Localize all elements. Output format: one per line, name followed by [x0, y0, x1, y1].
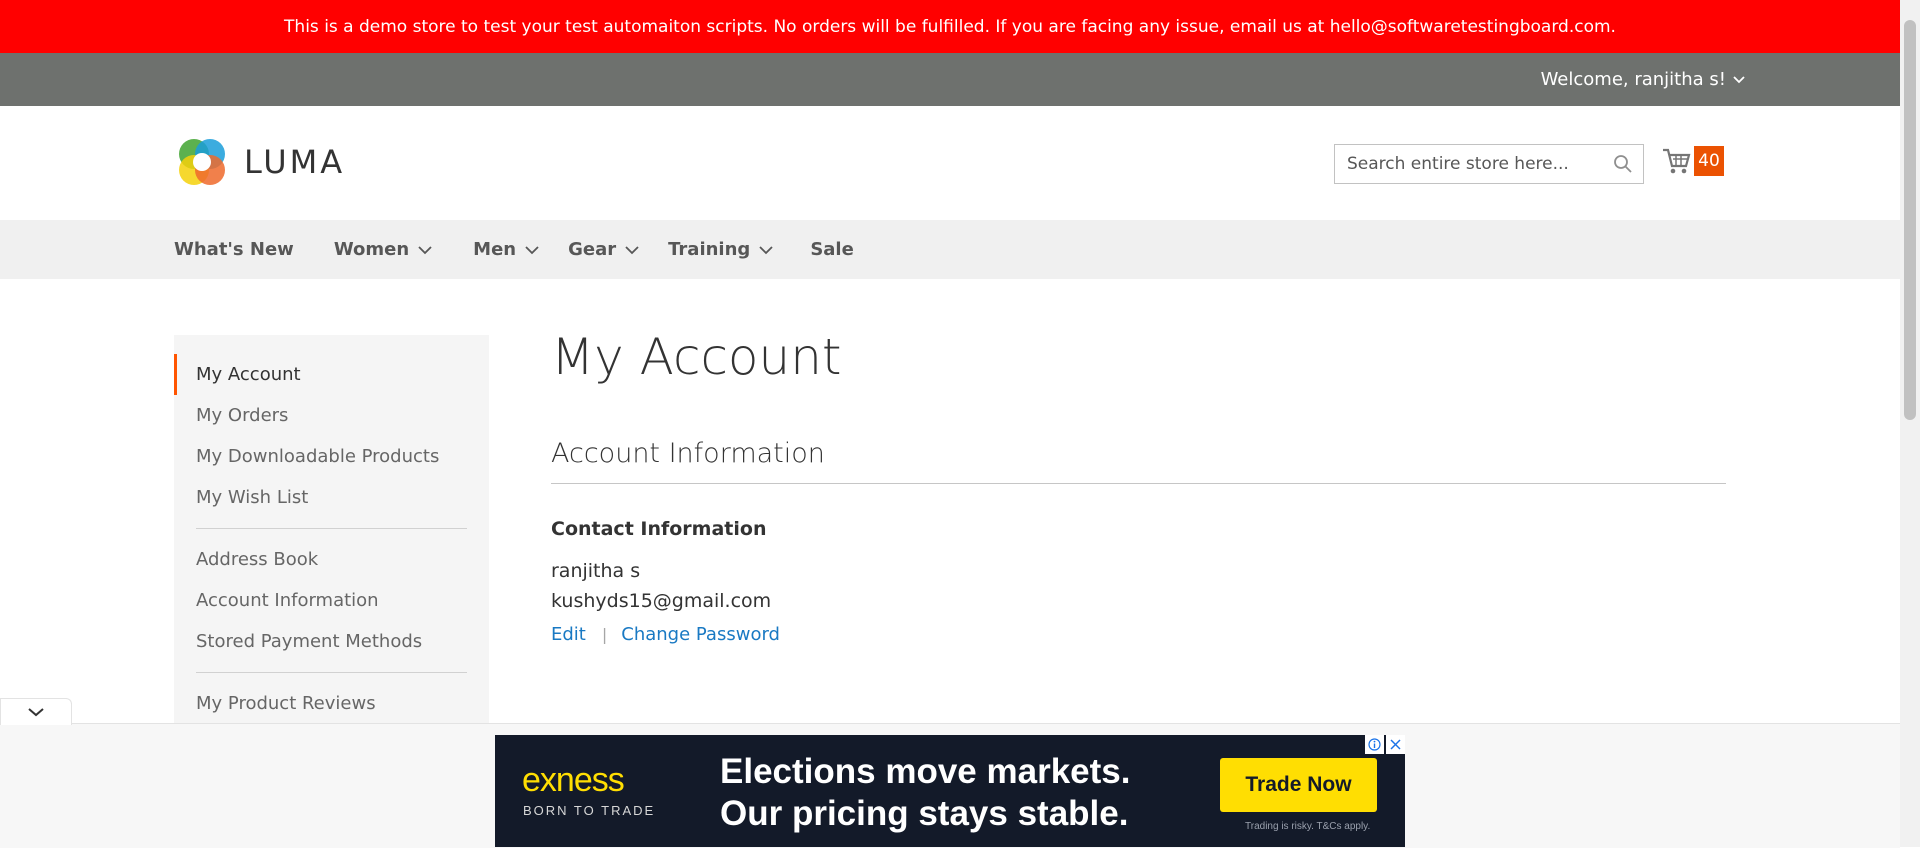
sidebar-item-address-book[interactable]: Address Book	[174, 539, 489, 580]
chevron-down-icon	[625, 245, 639, 254]
main-navigation: What's New Women Men Gear Training Sale	[0, 220, 1900, 279]
nav-item-sale[interactable]: Sale	[810, 239, 854, 260]
nav-item-gear[interactable]: Gear	[568, 239, 640, 260]
banner-text: This is a demo store to test your test a…	[284, 16, 1616, 37]
sidebar-divider	[196, 528, 467, 529]
ad-tagline: BORN TO TRADE	[523, 803, 656, 818]
demo-store-banner: This is a demo store to test your test a…	[0, 0, 1900, 53]
contact-information-box: Contact Information ranjitha s kushyds15…	[551, 518, 1726, 645]
ad-banner[interactable]: exness BORN TO TRADE Elections move mark…	[495, 735, 1405, 847]
nav-item-label: What's New	[174, 239, 294, 260]
sidebar-item-account-information[interactable]: Account Information	[174, 580, 489, 621]
nav-item-training[interactable]: Training	[668, 239, 774, 260]
nav-item-women[interactable]: Women	[334, 239, 433, 260]
nav-item-label: Men	[473, 239, 517, 260]
contact-name: ranjitha s	[551, 560, 641, 582]
ad-controls	[1365, 735, 1405, 754]
nav-item-whats-new[interactable]: What's New	[174, 239, 294, 260]
site-header: LUMA 40	[0, 106, 1900, 220]
ad-headline-line-1: Elections move markets.	[720, 752, 1131, 791]
ad-headline-line-2: Our pricing stays stable.	[720, 794, 1129, 833]
nav-item-label: Training	[668, 239, 751, 260]
nav-item-label: Sale	[810, 239, 854, 260]
sidebar-item-my-account[interactable]: My Account	[174, 354, 489, 395]
top-bar: Welcome, ranjitha s!	[0, 53, 1900, 106]
ad-close-icon[interactable]	[1386, 735, 1405, 754]
contact-email: kushyds15@gmail.com	[551, 590, 772, 612]
cart-count-badge: 40	[1694, 146, 1724, 176]
chevron-down-icon	[525, 245, 539, 254]
ad-info-icon[interactable]	[1365, 735, 1384, 754]
welcome-text: Welcome, ranjitha s!	[1540, 69, 1726, 90]
section-title-account-information: Account Information	[551, 438, 1726, 484]
welcome-menu[interactable]: Welcome, ranjitha s!	[1541, 53, 1746, 106]
luma-logo-icon	[179, 139, 225, 185]
ad-collapse-toggle[interactable]	[0, 698, 72, 725]
page-title: My Account	[551, 328, 842, 386]
sidebar-divider	[196, 672, 467, 673]
shopping-cart-icon	[1663, 148, 1691, 174]
action-separator: |	[601, 625, 608, 644]
logo-text: LUMA	[244, 143, 346, 181]
account-main: My Account Account Information Contact I…	[551, 279, 1726, 645]
sidebar-item-my-wish-list[interactable]: My Wish List	[174, 477, 489, 518]
ad-disclaimer: Trading is risky. T&Cs apply.	[1245, 821, 1371, 832]
chevron-down-icon	[1733, 75, 1745, 83]
nav-item-label: Gear	[568, 239, 617, 260]
chevron-down-icon	[418, 245, 432, 254]
nav-item-label: Women	[333, 239, 410, 260]
ad-cta-button[interactable]: Trade Now	[1220, 758, 1377, 812]
search-input[interactable]	[1335, 154, 1619, 174]
search-icon[interactable]	[1613, 154, 1633, 174]
change-password-link[interactable]: Change Password	[621, 624, 780, 645]
contact-actions: Edit | Change Password	[551, 624, 1726, 645]
chevron-down-icon	[28, 708, 44, 717]
sidebar-item-my-orders[interactable]: My Orders	[174, 395, 489, 436]
search-box	[1334, 144, 1644, 184]
sidebar-item-my-product-reviews[interactable]: My Product Reviews	[174, 683, 489, 724]
sidebar-item-stored-payment-methods[interactable]: Stored Payment Methods	[174, 621, 489, 662]
minicart[interactable]: 40	[1662, 146, 1724, 176]
ad-headline: Elections move markets. Our pricing stay…	[720, 751, 1130, 835]
ad-logo: exness	[522, 761, 625, 799]
nav-item-men[interactable]: Men	[473, 239, 540, 260]
contact-information-title: Contact Information	[551, 518, 767, 540]
page-scrollbar[interactable]	[1900, 0, 1920, 847]
edit-link[interactable]: Edit	[551, 624, 586, 645]
chevron-down-icon	[759, 245, 773, 254]
luma-logo[interactable]: LUMA	[174, 134, 345, 190]
scrollbar-thumb[interactable]	[1904, 20, 1916, 420]
account-sidebar: My Account My Orders My Downloadable Pro…	[174, 335, 489, 735]
sidebar-item-my-downloadable-products[interactable]: My Downloadable Products	[174, 436, 489, 477]
